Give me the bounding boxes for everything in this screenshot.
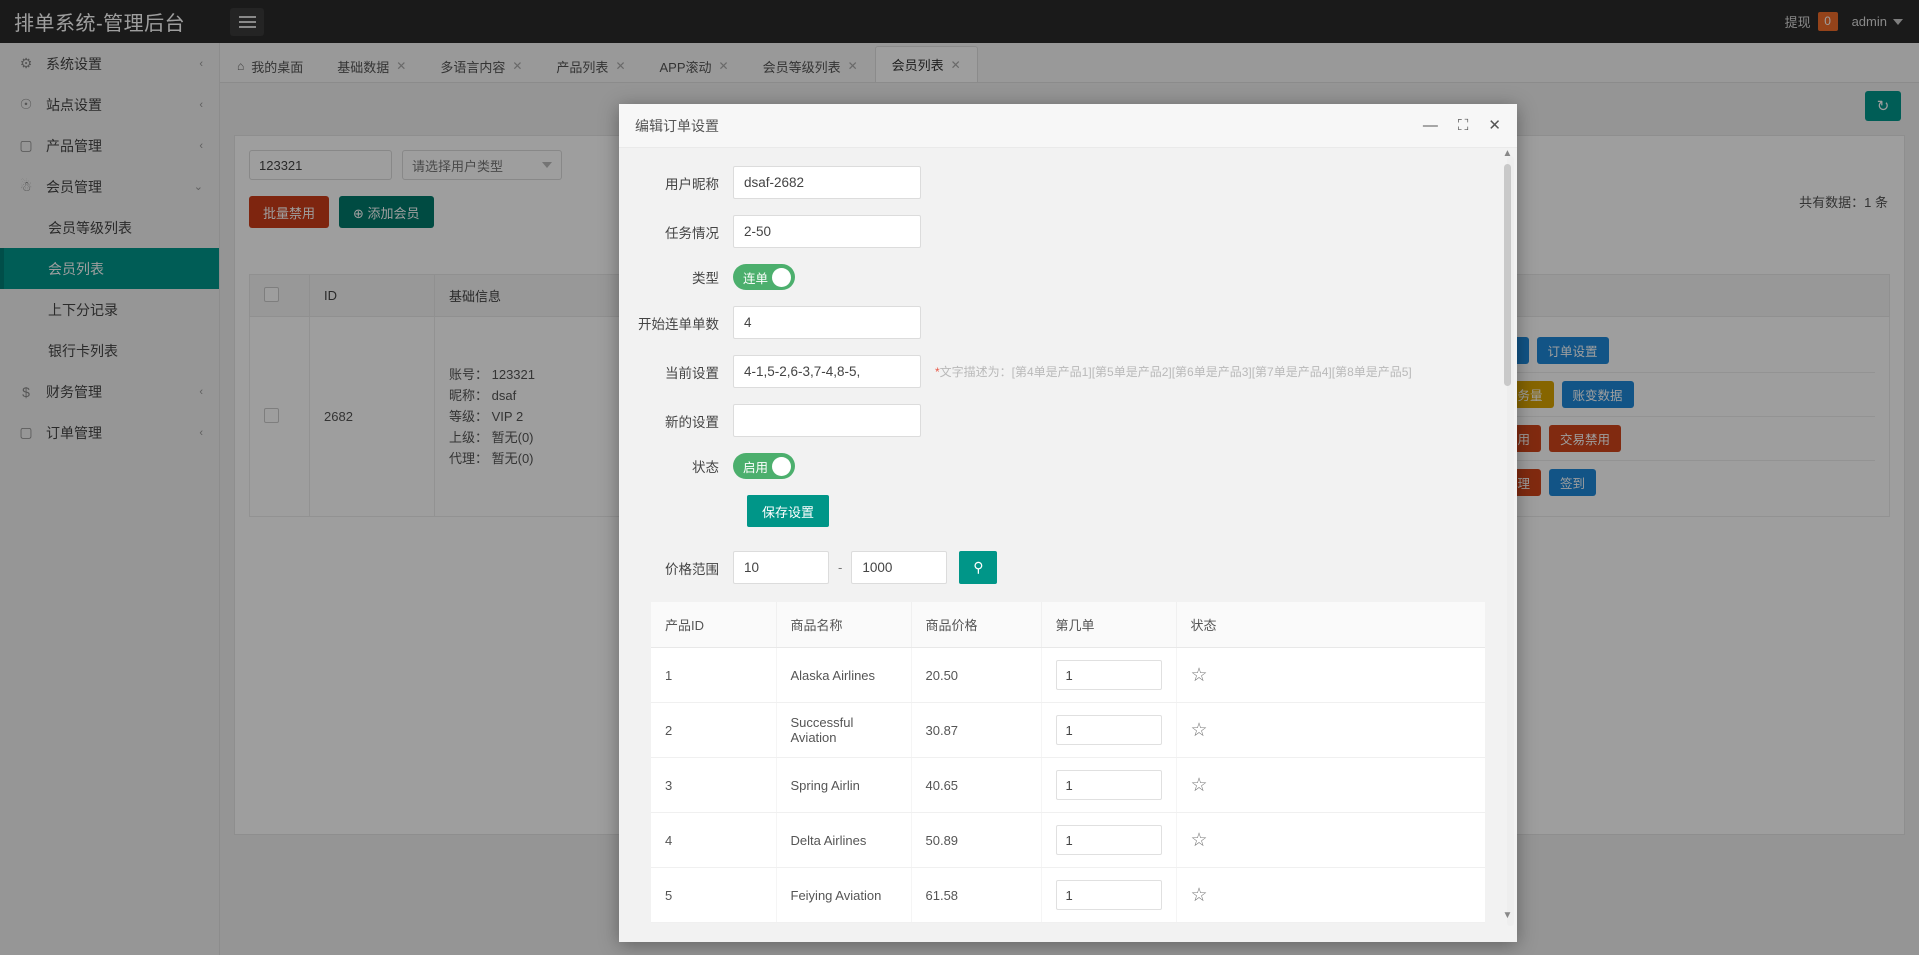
- product-order-cell: [1041, 813, 1176, 868]
- new-setting-input[interactable]: [733, 404, 921, 437]
- product-table-wrapper: 产品ID 商品名称 商品价格 第几单 状态 1 Alaska Airlines …: [651, 602, 1485, 923]
- product-id-cell: 1: [651, 648, 776, 703]
- field-row-new-setting: 新的设置: [619, 404, 1493, 437]
- field-row-status: 状态 启用: [619, 453, 1493, 479]
- table-row: 4 Delta Airlines 50.89 ☆: [651, 813, 1485, 868]
- product-id-cell: 2: [651, 703, 776, 758]
- product-header-status: 状态: [1176, 602, 1485, 648]
- toggle-knob: [772, 268, 791, 287]
- field-row-nickname: 用户昵称: [619, 166, 1493, 199]
- type-label: 类型: [619, 267, 733, 287]
- product-header-id: 产品ID: [651, 602, 776, 648]
- start-count-label: 开始连单单数: [619, 313, 733, 333]
- product-order-cell: [1041, 758, 1176, 813]
- order-number-input[interactable]: [1056, 880, 1162, 910]
- product-price-cell: 20.50: [911, 648, 1041, 703]
- order-number-input[interactable]: [1056, 825, 1162, 855]
- dialog-window-controls: — ⛶ ✕: [1423, 118, 1501, 133]
- star-icon[interactable]: ☆: [1191, 720, 1208, 741]
- minimize-icon[interactable]: —: [1423, 118, 1438, 133]
- product-name-cell: Spring Airlin: [776, 758, 911, 813]
- product-price-cell: 50.89: [911, 813, 1041, 868]
- table-row: 3 Spring Airlin 40.65 ☆: [651, 758, 1485, 813]
- task-input[interactable]: [733, 215, 921, 248]
- start-count-input[interactable]: [733, 306, 921, 339]
- type-toggle[interactable]: 连单: [733, 264, 795, 290]
- dialog-header: 编辑订单设置 — ⛶ ✕: [619, 104, 1517, 148]
- field-row-save: 保存设置: [619, 495, 1493, 527]
- scroll-up-icon[interactable]: ▲: [1502, 148, 1513, 160]
- status-label: 状态: [619, 456, 733, 476]
- dialog-scrollbar-track[interactable]: ▲ ▼: [1507, 156, 1514, 926]
- new-setting-label: 新的设置: [619, 411, 733, 431]
- table-row: 2 Successful Aviation 30.87 ☆: [651, 703, 1485, 758]
- product-name-cell: Feiying Aviation: [776, 868, 911, 923]
- price-min-input[interactable]: [733, 551, 829, 584]
- product-table-header-row: 产品ID 商品名称 商品价格 第几单 状态: [651, 602, 1485, 648]
- price-max-input[interactable]: [851, 551, 947, 584]
- current-setting-hint: *文字描述为：[第4单是产品1][第5单是产品2][第6单是产品3][第7单是产…: [935, 363, 1412, 380]
- nickname-label: 用户昵称: [619, 173, 733, 193]
- toggle-knob: [772, 457, 791, 476]
- field-row-start-count: 开始连单单数: [619, 306, 1493, 339]
- dialog-body: ▲ ▼ 用户昵称 任务情况 类型 连单 开始连单单数 当前设置: [619, 148, 1517, 942]
- star-icon[interactable]: ☆: [1191, 775, 1208, 796]
- current-setting-label: 当前设置: [619, 362, 733, 382]
- star-icon[interactable]: ☆: [1191, 665, 1208, 686]
- field-row-current-setting: 当前设置 *文字描述为：[第4单是产品1][第5单是产品2][第6单是产品3][…: [619, 355, 1493, 388]
- dialog-scrollbar-thumb[interactable]: [1504, 164, 1511, 386]
- product-order-cell: [1041, 868, 1176, 923]
- product-status-cell: ☆: [1176, 868, 1485, 923]
- product-id-cell: 4: [651, 813, 776, 868]
- product-header-price: 商品价格: [911, 602, 1041, 648]
- product-status-cell: ☆: [1176, 758, 1485, 813]
- status-toggle-label: 启用: [737, 457, 768, 476]
- product-name-cell: Delta Airlines: [776, 813, 911, 868]
- product-price-cell: 40.65: [911, 758, 1041, 813]
- save-settings-button[interactable]: 保存设置: [747, 495, 829, 527]
- product-status-cell: ☆: [1176, 703, 1485, 758]
- current-setting-input[interactable]: [733, 355, 921, 388]
- price-range-dash: -: [829, 560, 851, 575]
- hint-text: 文字描述为：[第4单是产品1][第5单是产品2][第6单是产品3][第7单是产品…: [940, 365, 1412, 379]
- price-range-row: 价格范围 - ⚲: [619, 551, 1493, 584]
- field-row-type: 类型 连单: [619, 264, 1493, 290]
- product-status-cell: ☆: [1176, 813, 1485, 868]
- product-name-cell: Successful Aviation: [776, 703, 911, 758]
- scroll-down-icon[interactable]: ▼: [1502, 910, 1513, 922]
- maximize-icon[interactable]: ⛶: [1458, 118, 1469, 133]
- product-price-cell: 61.58: [911, 868, 1041, 923]
- product-order-cell: [1041, 648, 1176, 703]
- search-icon[interactable]: ⚲: [959, 551, 997, 584]
- product-header-order-number: 第几单: [1041, 602, 1176, 648]
- type-toggle-label: 连单: [737, 268, 768, 287]
- star-icon[interactable]: ☆: [1191, 830, 1208, 851]
- table-row: 1 Alaska Airlines 20.50 ☆: [651, 648, 1485, 703]
- product-name-cell: Alaska Airlines: [776, 648, 911, 703]
- close-icon[interactable]: ✕: [1488, 118, 1501, 133]
- status-toggle[interactable]: 启用: [733, 453, 795, 479]
- product-status-cell: ☆: [1176, 648, 1485, 703]
- price-range-label: 价格范围: [619, 558, 733, 578]
- order-number-input[interactable]: [1056, 660, 1162, 690]
- product-table: 产品ID 商品名称 商品价格 第几单 状态 1 Alaska Airlines …: [651, 602, 1485, 923]
- nickname-input[interactable]: [733, 166, 921, 199]
- order-number-input[interactable]: [1056, 770, 1162, 800]
- table-row: 5 Feiying Aviation 61.58 ☆: [651, 868, 1485, 923]
- edit-order-settings-dialog: 编辑订单设置 — ⛶ ✕ ▲ ▼ 用户昵称 任务情况 类型 连单: [619, 104, 1517, 942]
- product-id-cell: 5: [651, 868, 776, 923]
- order-number-input[interactable]: [1056, 715, 1162, 745]
- product-header-name: 商品名称: [776, 602, 911, 648]
- dialog-title: 编辑订单设置: [635, 116, 719, 136]
- star-icon[interactable]: ☆: [1191, 885, 1208, 906]
- task-label: 任务情况: [619, 222, 733, 242]
- field-row-task: 任务情况: [619, 215, 1493, 248]
- product-order-cell: [1041, 703, 1176, 758]
- product-price-cell: 30.87: [911, 703, 1041, 758]
- product-id-cell: 3: [651, 758, 776, 813]
